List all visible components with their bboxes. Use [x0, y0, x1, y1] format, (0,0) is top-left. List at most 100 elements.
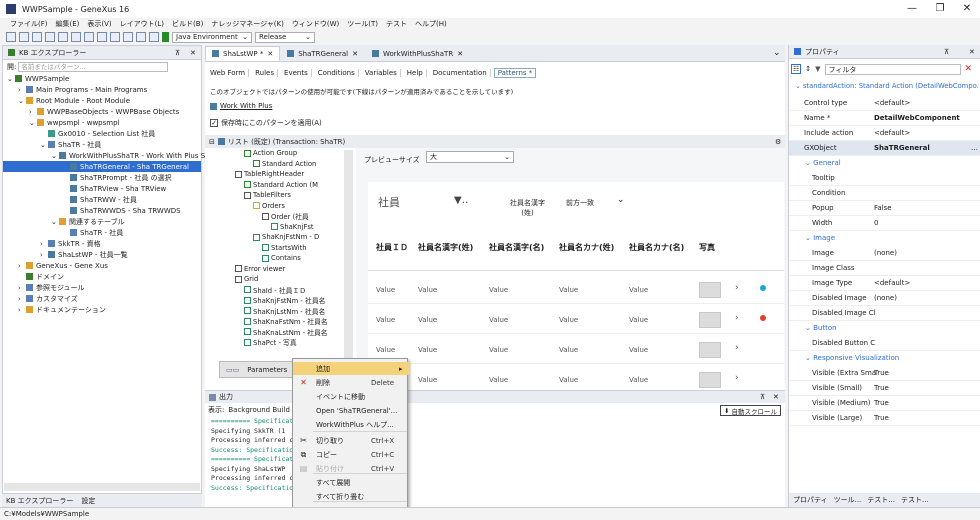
kb-tree-item[interactable]: ShaTRWWDS - Sha TRWWDS	[3, 205, 201, 216]
run-icon[interactable]	[136, 32, 146, 42]
document-tab[interactable]: ShaTRGeneral ✕	[280, 46, 365, 61]
property-row[interactable]: Image (none)	[789, 246, 980, 261]
kb-tree-item[interactable]: ShaTRPrompt - 社員 の選択	[3, 172, 201, 183]
property-row[interactable]: Condition	[789, 186, 980, 201]
alphabetical-icon[interactable]: ↕	[805, 65, 811, 73]
menu-item[interactable]: ウィンドウ(W)	[292, 19, 339, 29]
categorized-icon[interactable]: ☷	[791, 64, 802, 74]
properties-bottom-tab[interactable]: テスト...	[867, 495, 895, 505]
sub-tab-3[interactable]: Events	[281, 68, 312, 77]
property-value[interactable]: (none)	[874, 294, 897, 302]
property-row[interactable]: Image Class	[789, 261, 980, 276]
save-all-icon[interactable]	[45, 32, 55, 42]
autoscroll-button[interactable]: ⬇ 自動スクロール	[720, 405, 781, 416]
kb-tree-item[interactable]: › Main Programs - Main Programs	[3, 84, 201, 95]
collapse-icon[interactable]: ⊟	[209, 138, 215, 146]
chevron-right-icon[interactable]: ›	[735, 343, 739, 353]
new-icon[interactable]	[6, 32, 16, 42]
collapse-icon[interactable]: ⌄	[805, 354, 813, 362]
property-row[interactable]: Disabled Image (none)	[789, 291, 980, 306]
kb-tree-item[interactable]: ⌄ wwpsmpl - wwpsmpl	[3, 117, 201, 128]
property-row[interactable]: Control type <default>	[789, 96, 980, 111]
pattern-tree-item[interactable]: ShaKnjFstNm - 社員名	[222, 295, 354, 306]
menu-item[interactable]: 編集(E)	[56, 19, 80, 29]
expander-icon[interactable]: ›	[40, 251, 48, 259]
kb-tree-item[interactable]: ドメイン	[3, 271, 201, 282]
pin-icon[interactable]: ⊼	[175, 49, 180, 57]
property-value[interactable]: <default>	[874, 99, 910, 107]
environment-select[interactable]: Java Environment ⌄	[172, 31, 252, 43]
kb-tree-item[interactable]: ShaTR - 社員	[3, 227, 201, 238]
pattern-tree-item[interactable]: Action Group	[222, 148, 354, 159]
document-tab[interactable]: ShaLstWP * ✕	[205, 46, 281, 61]
context-menu-item[interactable]: ✂ 切り取り Ctrl+X	[293, 434, 409, 447]
property-value[interactable]: True	[874, 384, 889, 392]
property-row[interactable]: Image Type <default>	[789, 276, 980, 291]
expander-icon[interactable]: ›	[40, 240, 48, 248]
expander-icon[interactable]: ⌄	[7, 75, 15, 83]
chevron-right-icon[interactable]: ›	[735, 313, 739, 323]
filter-icon[interactable]: ▼	[815, 65, 820, 73]
property-value[interactable]: <default>	[874, 129, 910, 137]
sub-tab-5[interactable]: Variables	[362, 68, 401, 77]
pattern-tree-item[interactable]: ShaKnjFstNm - D	[222, 232, 354, 243]
property-value[interactable]: ShaTRGeneral	[874, 144, 930, 152]
work-with-plus-tab[interactable]: Work With Plus	[210, 102, 272, 110]
close-tab-icon[interactable]: ✕	[267, 50, 273, 58]
property-row[interactable]: Include action <default>	[789, 126, 980, 141]
property-value[interactable]: True	[874, 399, 889, 407]
kb-tree-item[interactable]: ⌄ ShaTR - 社員	[3, 139, 201, 150]
apply-on-save-checkbox[interactable]: ✓	[210, 119, 218, 127]
menu-item[interactable]: レイアウト(L)	[120, 19, 164, 29]
sub-tab-6[interactable]: Help	[404, 68, 427, 77]
property-row[interactable]: GXObject ShaTRGeneral…	[789, 141, 980, 156]
property-category[interactable]: ⌄ Responsive Visualization	[805, 354, 899, 362]
property-category[interactable]: ⌄ Image	[805, 234, 835, 242]
context-menu-item[interactable]: Open 'ShaTRGeneral'...	[293, 404, 409, 417]
expander-icon[interactable]: ⌄	[51, 152, 59, 160]
property-value[interactable]: <default>	[874, 279, 910, 287]
chevron-right-icon[interactable]: ›	[735, 373, 739, 383]
collapse-icon[interactable]: ⌄	[795, 82, 803, 90]
kb-tree-item[interactable]: › ShaLstWP - 社員一覧	[3, 249, 201, 260]
property-value[interactable]: False	[874, 204, 892, 212]
expander-icon[interactable]: ⌄	[40, 141, 48, 149]
properties-bottom-tab[interactable]: テスト...	[901, 495, 929, 505]
kb-tree-item[interactable]: ⌄ Root Module - Root Module	[3, 95, 201, 106]
preview-size-select[interactable]: 大 ⌄	[426, 151, 514, 163]
context-menu-item[interactable]: ✕ 削除 Delete	[293, 376, 409, 389]
settings-gear-icon[interactable]: ⚙	[775, 138, 781, 146]
close-tab-icon[interactable]: ✕	[457, 50, 463, 58]
kb-tree-item[interactable]: Gx0010 - Selection List 社員	[3, 128, 201, 139]
close-tab-icon[interactable]: ✕	[352, 50, 358, 58]
menu-item[interactable]: テスト	[386, 19, 407, 29]
pattern-tree-item[interactable]: ShaId - 社員ＩＤ	[222, 285, 354, 296]
filter-icon[interactable]: ▼‥	[454, 195, 468, 206]
kb-tree-item[interactable]: ShaTRView - Sha TRView	[3, 183, 201, 194]
pattern-tree-item[interactable]: ShaPct - 写真	[222, 337, 354, 348]
kb-search-input[interactable]: 名前またはパターン...	[18, 61, 169, 72]
copy-icon[interactable]	[71, 32, 81, 42]
pattern-tree-item[interactable]: ShaKnjLstNm - 社員名	[222, 306, 354, 317]
menu-item[interactable]: ファイル(F)	[10, 19, 48, 29]
undo-icon[interactable]	[97, 32, 107, 42]
property-row[interactable]: Disabled Image Cl	[789, 306, 980, 321]
filter-mode-value[interactable]: 前方一致	[566, 198, 594, 208]
context-menu-item[interactable]: 追加 ▸	[293, 362, 409, 375]
kb-horizontal-scrollbar[interactable]	[4, 483, 200, 491]
ellipsis-button[interactable]: …	[971, 144, 978, 152]
pattern-tree-scrollbar[interactable]	[344, 150, 353, 376]
configuration-select[interactable]: Release ⌄	[255, 31, 315, 43]
sub-tab-4[interactable]: Conditions	[315, 68, 359, 77]
chevron-down-icon[interactable]: ⌄	[617, 195, 625, 205]
pattern-tree-item[interactable]: Contains	[222, 253, 354, 264]
redo-icon[interactable]	[110, 32, 120, 42]
build-icon[interactable]	[123, 32, 133, 42]
property-row[interactable]: Name * DetailWebComponent	[789, 111, 980, 126]
kb-tree-item[interactable]: › GeneXus - Gene Xus	[3, 260, 201, 271]
context-menu-item[interactable]: WorkWithPlus ヘルプ...	[293, 418, 409, 431]
kb-tree-item[interactable]: ⌄ 関連するテーブル	[3, 216, 201, 227]
close-window-button[interactable]: ✕	[952, 0, 980, 18]
property-value[interactable]: 0	[874, 219, 878, 227]
menu-item[interactable]: ヘルプ(H)	[415, 19, 447, 29]
